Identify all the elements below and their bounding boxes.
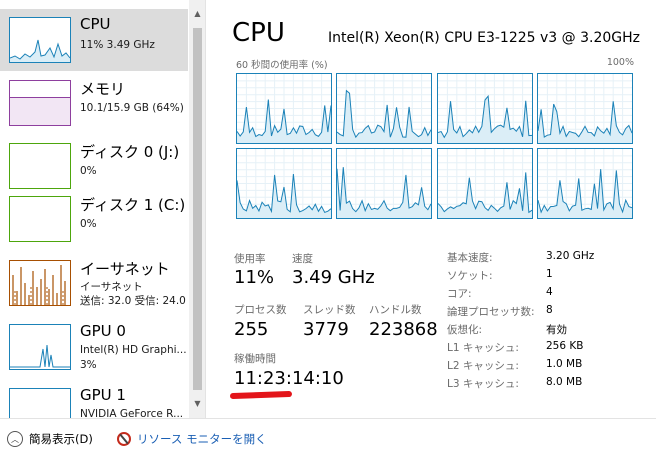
core-usage-graph-5: [336, 148, 432, 219]
sidebar-item-detail: 0%: [80, 165, 97, 177]
sidebar-item-title: ディスク 0 (J:): [80, 143, 180, 161]
sidebar-item-memory[interactable]: メモリ 10.1/15.9 GB (64%): [0, 72, 188, 134]
sidebar-item-throughput: 送信: 32.0 受信: 24.0: [80, 295, 186, 307]
sidebar-item-gpu-0[interactable]: GPU 0 Intel(R) HD Graphi... 3%: [0, 316, 188, 378]
cpu-thumbnail-graph: [9, 17, 71, 63]
ethernet-thumbnail-graph: [9, 260, 71, 306]
red-annotation-underline: [229, 390, 293, 400]
chevron-up-icon: ︿: [7, 431, 23, 447]
spec-value: 有効: [546, 324, 567, 336]
sidebar-item-disk-1[interactable]: ディスク 1 (C:) 0%: [0, 188, 188, 250]
core-usage-graph-0: [236, 73, 332, 144]
core-usage-graph-6: [437, 148, 533, 219]
processes-value: 255: [234, 319, 269, 340]
spec-label: ソケット:: [447, 270, 493, 282]
disk-thumbnail-graph: [9, 143, 71, 189]
utilization-value: 11%: [234, 267, 275, 288]
uptime-label: 稼働時間: [234, 353, 276, 365]
resource-monitor-label: リソース モニターを開く: [137, 432, 267, 446]
sidebar-item-cpu[interactable]: CPU 11% 3.49 GHz: [0, 9, 188, 71]
spec-label: 仮想化:: [447, 324, 483, 336]
spec-value: 8: [546, 304, 553, 316]
spec-value: 1: [546, 268, 553, 280]
utilization-label: 使用率: [234, 253, 266, 265]
threads-value: 3779: [303, 319, 349, 340]
spec-label: 基本速度:: [447, 252, 493, 264]
disk-thumbnail-graph: [9, 196, 71, 242]
resource-monitor-icon: [117, 432, 131, 446]
spec-label: 論理プロセッサ数:: [447, 306, 535, 318]
spec-label: L2 キャッシュ:: [447, 360, 519, 372]
sidebar-item-title: メモリ: [80, 80, 126, 98]
speed-value: 3.49 GHz: [292, 267, 375, 288]
sidebar-item-detail: 10.1/15.9 GB (64%): [80, 102, 184, 114]
speed-label: 速度: [292, 253, 313, 265]
sidebar-item-usage: 3%: [80, 359, 97, 371]
sidebar-item-detail: 0%: [80, 218, 97, 230]
threads-label: スレッド数: [303, 304, 356, 316]
spec-value: 1.0 MB: [546, 358, 583, 370]
sidebar-scrollbar[interactable]: ▲ ▼: [189, 0, 205, 418]
core-usage-graph-4: [236, 148, 332, 219]
sidebar-item-title: GPU 0: [80, 322, 126, 340]
open-resource-monitor-link[interactable]: リソース モニターを開く: [117, 429, 267, 449]
sidebar-item-title: イーサネット: [80, 260, 170, 278]
sidebar-item-detail: Intel(R) HD Graphi...: [80, 344, 187, 356]
spec-label: L3 キャッシュ:: [447, 378, 519, 390]
uptime-value: 11:23:14:10: [234, 368, 344, 389]
resource-sidebar: CPU 11% 3.49 GHz メモリ 10.1/15.9 GB (64%) …: [0, 0, 206, 418]
fewer-details-button[interactable]: ︿ 簡易表示(D): [7, 429, 93, 449]
core-usage-graph-7: [537, 148, 633, 219]
sidebar-item-title: ディスク 1 (C:): [80, 196, 186, 214]
scroll-up-arrow-icon[interactable]: ▲: [189, 6, 205, 22]
spec-label: L1 キャッシュ:: [447, 342, 519, 354]
core-usage-graph-3: [537, 73, 633, 144]
footer-bar: ︿ 簡易表示(D) リソース モニターを開く: [0, 418, 656, 462]
spec-label: コア:: [447, 288, 472, 300]
page-title: CPU: [232, 18, 285, 48]
sidebar-item-title: CPU: [80, 15, 111, 33]
cpu-model-name: Intel(R) Xeon(R) CPU E3-1225 v3 @ 3.20GH…: [328, 30, 640, 46]
graph-axis-label: 60 秒間の使用率 (%): [236, 60, 328, 71]
spec-value: 4: [546, 286, 553, 298]
sidebar-item-gpu-1[interactable]: GPU 1 NVIDIA GeForce R...: [0, 380, 188, 418]
graph-max-label: 100%: [606, 57, 634, 68]
sidebar-item-ethernet[interactable]: イーサネット イーサネット 送信: 32.0 受信: 24.0: [0, 252, 188, 314]
handles-label: ハンドル数: [369, 304, 422, 316]
core-usage-graph-2: [437, 73, 533, 144]
core-usage-graph-1: [336, 73, 432, 144]
sidebar-item-detail: NVIDIA GeForce R...: [80, 408, 184, 418]
sidebar-item-detail: イーサネット: [80, 281, 143, 293]
spec-value: 3.20 GHz: [546, 250, 595, 262]
fewer-details-label: 簡易表示(D): [29, 432, 93, 446]
spec-value: 256 KB: [546, 340, 584, 352]
scrollbar-thumb[interactable]: [193, 28, 202, 390]
sidebar-item-detail: 11% 3.49 GHz: [80, 39, 155, 51]
gpu-thumbnail-graph: [9, 324, 71, 370]
processes-label: プロセス数: [234, 304, 287, 316]
memory-thumbnail-graph: [9, 80, 71, 126]
handles-value: 223868: [369, 319, 438, 340]
sidebar-item-title: GPU 1: [80, 386, 126, 404]
gpu-thumbnail-graph: [9, 388, 71, 418]
scroll-down-arrow-icon[interactable]: ▼: [189, 396, 205, 412]
spec-value: 8.0 MB: [546, 376, 583, 388]
